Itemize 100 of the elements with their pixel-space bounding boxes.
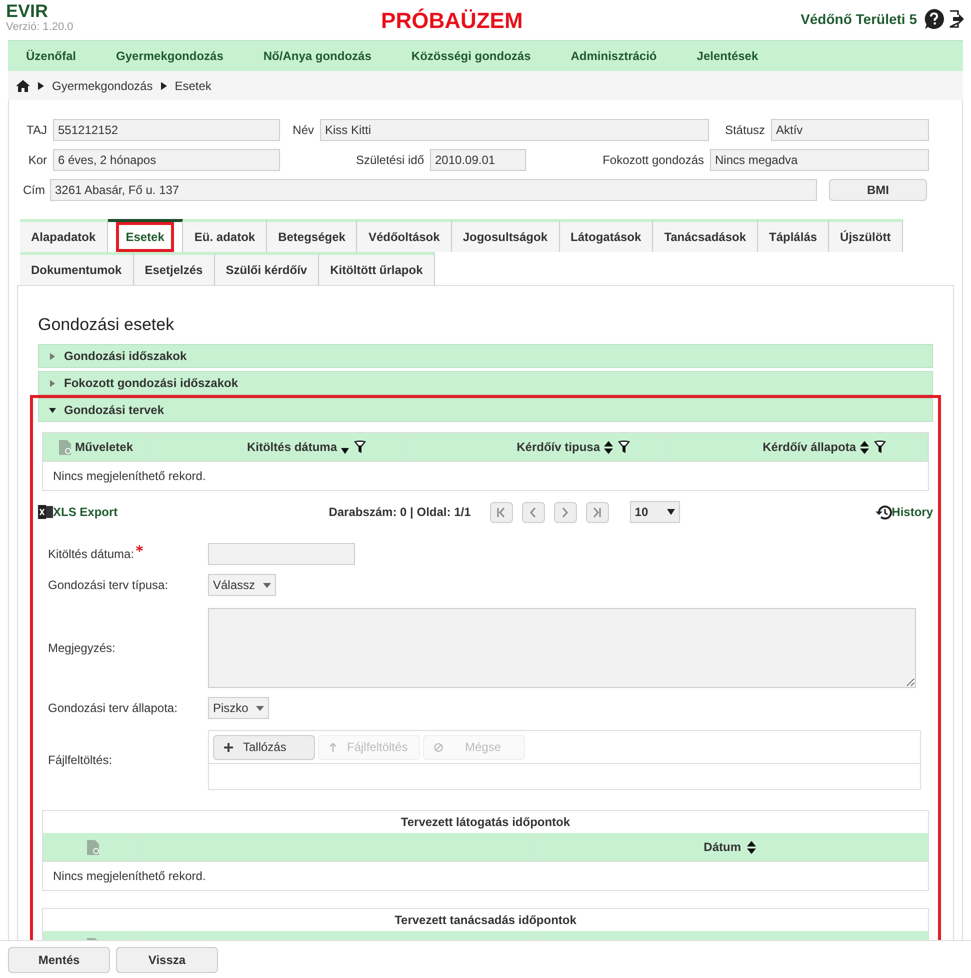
history-icon	[874, 504, 892, 520]
readonly-field: 3261 Abasár, Fő u. 137	[50, 179, 817, 201]
tab[interactable]: Eü. adatok	[183, 219, 268, 252]
field-label: Név	[292, 122, 315, 139]
previous-page-button[interactable]	[522, 502, 545, 522]
filter-icon[interactable]	[353, 440, 367, 454]
test-mode-label: PRÓBAÜZEM	[381, 7, 523, 35]
sort-icon[interactable]	[604, 440, 613, 454]
caret-down-icon	[666, 509, 675, 515]
caret-icon	[160, 82, 167, 90]
form-label: Gondozási terv állapota:	[48, 700, 178, 717]
form-label: Fájlfeltöltés:	[48, 752, 114, 769]
form-label: Kitöltés dátuma:	[48, 545, 208, 563]
plus-icon	[224, 742, 233, 752]
help-icon[interactable]	[923, 8, 945, 30]
readonly-field: Kiss Kitti	[320, 119, 709, 141]
history-link[interactable]: History	[874, 503, 933, 521]
nav-menu-item[interactable]: Közösségi gondozás	[411, 47, 531, 65]
record-count: Darabszám: 0 | Oldal: 1/1	[328, 504, 471, 521]
field-label: TAJ	[26, 122, 48, 139]
footer-button[interactable]: Mentés	[8, 946, 110, 972]
app-name: EVIR	[6, 1, 50, 21]
column-header[interactable]: Dátum	[704, 838, 741, 856]
caret-right-icon	[49, 380, 56, 386]
xls-export-link[interactable]: XLS Export	[38, 503, 118, 521]
caret-right-icon	[49, 352, 56, 360]
tab[interactable]: Tanácsadások	[653, 219, 758, 252]
user-name: Védőnő Területi 5	[800, 10, 917, 28]
cancel-icon	[434, 742, 443, 752]
field-label: Születési idő	[354, 152, 425, 169]
table-title: Tervezett tanácsadás időpontok	[394, 912, 578, 929]
upload-icon	[329, 742, 337, 752]
footer-button[interactable]: Vissza	[116, 946, 218, 972]
readonly-field: Nincs megadva	[710, 149, 929, 171]
form-label: Gondozási terv típusa:	[48, 577, 170, 594]
next-page-button[interactable]	[554, 502, 577, 522]
caret-down-icon	[263, 582, 272, 588]
date-field[interactable]	[208, 543, 355, 565]
home-icon[interactable]	[16, 80, 30, 92]
tab[interactable]: Dokumentumok	[20, 252, 134, 285]
empty-row-text: Nincs megjeleníthető rekord.	[43, 461, 928, 490]
upload-toolbar-button[interactable]: Tallózás	[213, 734, 315, 760]
panel-title: Gondozási esetek	[38, 315, 176, 335]
sort-down-icon[interactable]	[341, 448, 349, 454]
breadcrumb-link[interactable]: Esetek	[174, 76, 212, 94]
last-page-button[interactable]	[586, 502, 609, 522]
accordion-header[interactable]: Gondozási tervek	[38, 398, 933, 422]
tab[interactable]: Szülői kérdőív	[214, 252, 320, 285]
tab[interactable]: Jogosultságok	[452, 219, 560, 252]
select-field[interactable]: Piszko	[208, 697, 270, 719]
first-page-button[interactable]	[490, 502, 513, 522]
nav-menu-item[interactable]: Gyermekgondozás	[116, 47, 224, 65]
form-label: Megjegyzés:	[48, 640, 116, 657]
next-page-icon	[560, 506, 570, 518]
logout-icon[interactable]	[949, 10, 965, 28]
last-page-icon	[592, 506, 602, 518]
previous-page-icon	[528, 506, 538, 518]
tab[interactable]: Alapadatok	[20, 219, 108, 252]
first-page-icon	[496, 506, 506, 518]
tab[interactable]: Újszülött	[829, 219, 903, 252]
breadcrumb-link[interactable]: Gyermekgondozás	[52, 76, 153, 94]
filter-icon[interactable]	[873, 440, 887, 454]
excel-icon	[38, 505, 53, 519]
nav-menu-item[interactable]: Üzenőfal	[26, 47, 76, 65]
note-field[interactable]	[208, 608, 916, 688]
column-header[interactable]: Kérdőív tipusa	[408, 433, 672, 461]
field-label: Cím	[23, 182, 46, 199]
readonly-field: 551212152	[53, 119, 280, 141]
select-field[interactable]: Válassz	[208, 574, 276, 596]
accordion-header[interactable]: Gondozási időszakok	[38, 344, 933, 368]
bmi-button[interactable]: BMI	[829, 179, 927, 201]
page-size-select[interactable]: 10	[630, 501, 680, 523]
sort-icon[interactable]	[747, 840, 756, 854]
readonly-field: 2010.09.01	[430, 149, 526, 171]
tab[interactable]: Táplálás	[758, 219, 830, 252]
nav-menu-item[interactable]: Nő/Anya gondozás	[263, 47, 372, 65]
tab[interactable]: Kitöltött űrlapok	[319, 252, 435, 285]
column-header[interactable]: Kitöltés dátuma	[145, 433, 408, 461]
field-label: Státusz	[724, 122, 766, 139]
version-text: Verzió: 1.20.0	[6, 21, 74, 33]
readonly-field: Aktív	[771, 119, 929, 141]
nav-menu-item[interactable]: Jelentések	[696, 47, 758, 65]
tab[interactable]: Védőoltások	[357, 219, 452, 252]
readonly-field: 6 éves, 2 hónapos	[53, 149, 280, 171]
tab[interactable]: Esetek	[108, 219, 184, 252]
nav-menu-item[interactable]: Adminisztráció	[570, 47, 657, 65]
tab[interactable]: Látogatások	[560, 219, 654, 252]
accordion-header[interactable]: Fokozott gondozási időszakok	[38, 371, 933, 395]
tab[interactable]: Betegségek	[267, 219, 358, 252]
field-label: Kor	[27, 152, 48, 169]
caret-icon	[38, 82, 44, 90]
empty-row-text: Nincs megjeleníthető rekord.	[43, 861, 928, 890]
column-header[interactable]: Kérdőív állapota	[672, 433, 928, 461]
table-title: Tervezett látogatás időpontok	[400, 814, 572, 831]
filter-icon[interactable]	[617, 440, 631, 454]
caret-down-icon	[49, 406, 56, 414]
tab[interactable]: Esetjelzés	[134, 252, 215, 285]
caret-down-icon	[256, 706, 264, 710]
column-header[interactable]: Műveletek	[43, 433, 145, 461]
sort-icon[interactable]	[860, 440, 869, 454]
